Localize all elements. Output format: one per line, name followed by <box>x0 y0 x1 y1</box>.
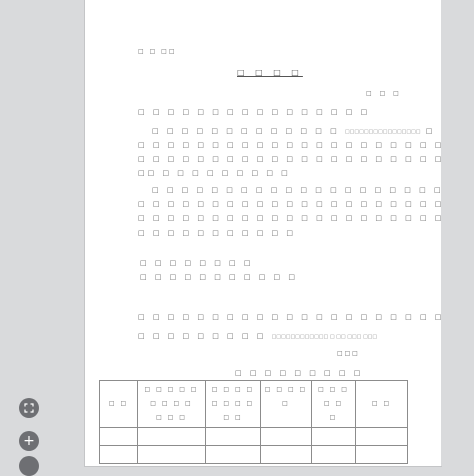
footer-line-2-text: □ □ □ □ □ □ □ □ □ <box>138 332 267 340</box>
right-gutter <box>441 0 474 466</box>
table-header-cell: □ □ □ □ □ □ □ □ □ □ <box>205 380 261 428</box>
table-header-cell: □ □ <box>99 380 138 428</box>
document-page: □ □ □□ □ □ □ □ □ □ □ □ □ □ □ □ □ □ □ □ □… <box>85 0 441 466</box>
paragraph-2-line-4: □ □ □ □ □ □ □ □ □ □ □ <box>138 229 297 237</box>
table-cell[interactable] <box>205 427 261 446</box>
table-cell[interactable] <box>99 445 138 464</box>
table-cell[interactable] <box>311 427 356 446</box>
zoom-in-button[interactable]: + <box>19 431 39 451</box>
registration-table: □ □ □ □ □ □ □ □ □ □ □ □ □ □ □ □ □ □ □ □ … <box>99 380 408 464</box>
fit-screen-button[interactable] <box>19 398 39 418</box>
paragraph-1-line-1-tail: □ □ □ □ □ □ □ □ □ □ □ □ □ □ □ □ □ □ □ □ <box>425 127 441 135</box>
plus-icon: + <box>23 433 35 449</box>
paragraph-1-inline-note: □□□□□□□□□□□□□□□□ <box>344 129 421 135</box>
table-cell[interactable] <box>137 445 206 464</box>
document-reference-mark: □ □ □ <box>366 90 402 97</box>
table-header-cell: □ □ <box>355 380 408 428</box>
table-header-cell: □ □ □ □ □ □ <box>311 380 356 428</box>
table-row <box>99 445 408 464</box>
fit-screen-icon <box>24 403 34 413</box>
table-cell[interactable] <box>137 427 206 446</box>
table-cell[interactable] <box>205 445 261 464</box>
table-header-cell: □ □ □ □ □ <box>260 380 312 428</box>
paragraph-1-line-1-start: □ □ □ □ □ □ □ □ □ □ □ □ □ <box>152 127 340 135</box>
zoom-out-button[interactable] <box>19 456 39 476</box>
paragraph-1-line-2: □ □ □ □ □ □ □ □ □ □ □ □ □ □ □ □ □ □ □ □ … <box>138 141 441 149</box>
table-caption: □ □ □ □ □ □ □ □ □ <box>235 369 364 377</box>
contact-line-1: □ □ □ □ □ □ □ □ <box>140 259 254 267</box>
paragraph-2-line-1: □ □ □ □ □ □ □ □ □ □ □ □ □ □ □ □ □ □ □ □ … <box>152 186 441 194</box>
footer-line-2: □ □ □ □ □ □ □ □ □ □□□□□□□□□□□□ □ □□ □□□ … <box>138 332 377 340</box>
footer-line-2-note: □□□□□□□□□□□□ □ □□ □□□ □□□ <box>271 334 378 340</box>
paragraph-2-line-3: □ □ □ □ □ □ □ □ □ □ □ □ □ □ □ □ □ □ □ □ … <box>138 214 441 222</box>
paragraph-1-line-1: □ □ □ □ □ □ □ □ □ □ □ □ □ □□□□□□□□□□□□□□… <box>152 127 441 135</box>
table-cell[interactable] <box>260 427 312 446</box>
table-cell[interactable] <box>311 445 356 464</box>
footer-line-1: □ □ □ □ □ □ □ □ □ □ □ □ □ □ □ □ □ □ □ □ … <box>138 313 441 321</box>
paragraph-1-line-4: □□ □ □ □ □ □ □ □ □ □ <box>138 169 291 177</box>
paragraph-2-line-2: □ □ □ □ □ □ □ □ □ □ □ □ □ □ □ □ □ □ □ □ … <box>138 200 441 208</box>
table-cell[interactable] <box>355 427 408 446</box>
table-header-cell: □ □ □ □ □ □ □ □ □ □ □ □ <box>137 380 206 428</box>
document-salutation: □ □ □ □ □ □ □ □ □ □ □ □ □ □ □ □ <box>138 108 371 116</box>
table-cell[interactable] <box>99 427 138 446</box>
contact-line-2: □ □ □ □ □ □ □ □ □ □ □ <box>140 273 299 281</box>
paragraph-1-line-3: □ □ □ □ □ □ □ □ □ □ □ □ □ □ □ □ □ □ □ □ … <box>138 155 441 163</box>
table-header-row: □ □ □ □ □ □ □ □ □ □ □ □ □ □ □ □ □ □ □ □ … <box>99 380 408 428</box>
document-header: □ □ □□ <box>138 48 177 55</box>
table-row <box>99 427 408 446</box>
table-cell[interactable] <box>355 445 408 464</box>
document-title: □ □ □ □ <box>237 68 303 77</box>
date-line: □ □ □ <box>337 350 358 357</box>
table-cell[interactable] <box>260 445 312 464</box>
